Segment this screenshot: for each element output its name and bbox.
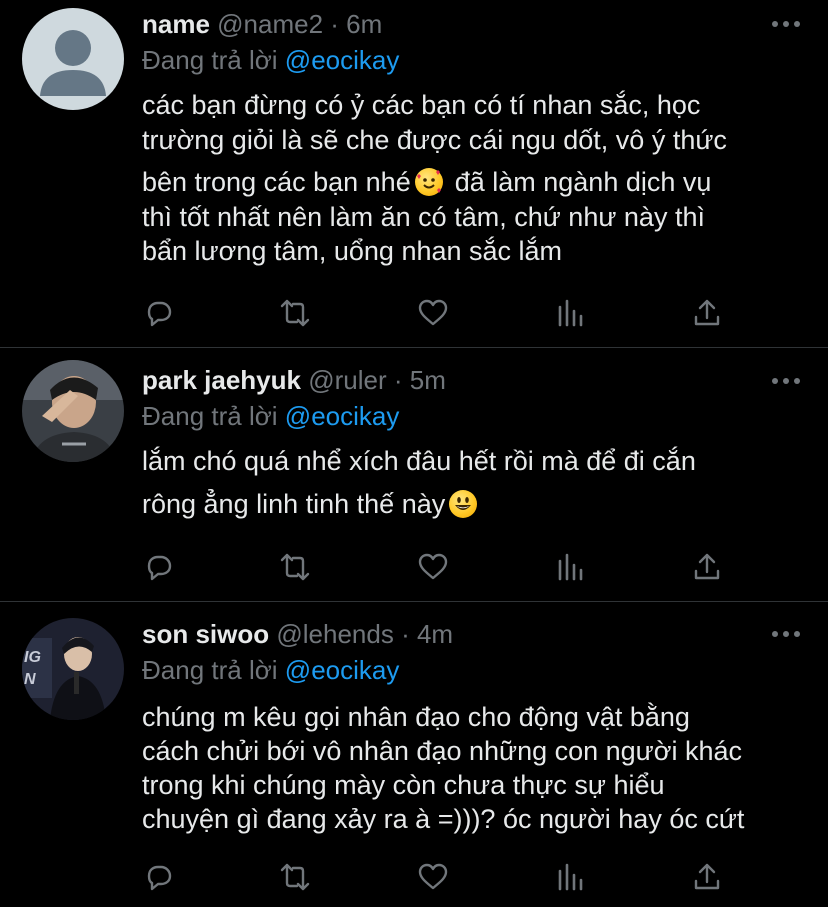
like-icon	[418, 299, 448, 326]
separator: ·	[393, 619, 417, 649]
stats-icon	[558, 553, 583, 581]
handle[interactable]: @ruler	[308, 365, 386, 395]
like-button[interactable]	[416, 860, 450, 894]
tweet-line: bẩn lương tâm, uổng nhan sắc lắm	[142, 236, 563, 266]
reply-icon	[147, 865, 172, 891]
tweet-line-part: rông ẳng linh tinh thế này	[142, 488, 446, 519]
smiling-face-with-hearts-icon	[414, 168, 443, 196]
share-button[interactable]	[690, 550, 724, 584]
tweet-line-part: bên trong các bạn nhé	[142, 167, 411, 197]
stats-icon	[558, 299, 583, 327]
handle[interactable]: @lehends	[276, 619, 393, 649]
tweet-actions	[142, 860, 722, 894]
tweet-1[interactable]: name @name2 · 6m Đang trả lời @eocikay c…	[0, 0, 828, 348]
reply-prefix: Đang trả lời	[142, 45, 278, 75]
svg-text:IG: IG	[24, 649, 41, 666]
tweet-text: chúng m kêu gọi nhân đạo cho động vật bằ…	[142, 700, 802, 836]
share-button[interactable]	[690, 296, 724, 330]
tweet-header: name @name2 · 6m	[142, 7, 382, 41]
default-avatar-icon	[22, 8, 124, 110]
tweet-text: các bạn đừng có ỷ các bạn có tí nhan sắc…	[142, 88, 802, 269]
separator: ·	[386, 365, 410, 395]
reply-button[interactable]	[142, 296, 176, 330]
tweet-line: các bạn đừng có ỷ các bạn có tí nhan sắc…	[142, 90, 701, 120]
tweet-3[interactable]: IG N son siwoo @lehends · 4m Đang trả lờ…	[0, 602, 828, 907]
display-name[interactable]: son siwoo	[142, 619, 269, 649]
tweet-line: thì tốt nhất nên làm ăn có tâm, chứ như …	[142, 201, 705, 232]
reply-prefix: Đang trả lời	[142, 655, 278, 685]
avatar[interactable]	[22, 360, 124, 462]
tweet-line: trong khi chúng mày còn chưa thực sự hiể…	[142, 770, 665, 800]
reply-icon	[147, 301, 172, 327]
share-button[interactable]	[690, 860, 724, 894]
more-icon[interactable]	[772, 19, 800, 29]
retweet-icon	[280, 553, 310, 581]
display-name[interactable]: park jaehyuk	[142, 365, 301, 395]
svg-text:N: N	[24, 671, 36, 688]
avatar[interactable]: IG N	[22, 618, 124, 720]
reply-icon	[147, 555, 172, 581]
like-icon	[418, 553, 448, 580]
retweet-icon	[280, 863, 310, 891]
tweet-2[interactable]: park jaehyuk @ruler · 5m Đang trả lời @e…	[0, 348, 828, 602]
reply-mention[interactable]: @eocikay	[285, 401, 400, 431]
timestamp[interactable]: 4m	[417, 619, 453, 649]
reply-mention[interactable]: @eocikay	[285, 655, 400, 685]
tweet-header: son siwoo @lehends · 4m	[142, 617, 453, 651]
tweet-header: park jaehyuk @ruler · 5m	[142, 363, 446, 397]
like-button[interactable]	[416, 296, 450, 330]
tweet-line: cách chửi bới vô nhân đạo những con ngườ…	[142, 736, 742, 766]
reply-mention[interactable]: @eocikay	[285, 45, 400, 75]
avatar[interactable]	[22, 8, 124, 110]
reply-prefix: Đang trả lời	[142, 401, 278, 431]
photo-avatar-icon: IG N	[22, 618, 124, 720]
timestamp[interactable]: 5m	[410, 365, 446, 395]
reply-context: Đang trả lời @eocikay	[142, 653, 399, 687]
tweet-actions	[142, 296, 722, 330]
reply-context: Đang trả lời @eocikay	[142, 399, 399, 433]
share-icon	[694, 553, 720, 580]
grinning-face-icon	[449, 489, 478, 518]
display-name[interactable]: name	[142, 9, 210, 39]
like-button[interactable]	[416, 550, 450, 584]
tweet-actions	[142, 550, 722, 584]
photo-avatar-icon	[22, 360, 124, 462]
retweet-button[interactable]	[278, 860, 312, 894]
more-icon[interactable]	[772, 629, 800, 639]
stats-button[interactable]	[554, 296, 588, 330]
reply-context: Đang trả lời @eocikay	[142, 43, 399, 77]
tweet-line: lắm chó quá nhể xích đâu hết rồi mà để đ…	[142, 446, 696, 476]
tweet-line-with-emoji: bên trong các bạn nhé đã làm ngành dịch v…	[142, 165, 802, 200]
reply-button[interactable]	[142, 550, 176, 584]
stats-button[interactable]	[554, 860, 588, 894]
tweet-line: trường giỏi là sẽ che được cái ngu dốt, …	[142, 124, 727, 155]
tweet-line-with-emoji: rông ẳng linh tinh thế này	[142, 487, 802, 522]
tweet-line-part: đã làm ngành dịch vụ	[454, 167, 712, 197]
retweet-icon	[280, 299, 310, 327]
more-icon[interactable]	[772, 376, 800, 386]
tweet-text: lắm chó quá nhể xích đâu hết rồi mà để đ…	[142, 444, 802, 521]
tweet-line: chúng m kêu gọi nhân đạo cho động vật bằ…	[142, 702, 690, 732]
share-icon	[694, 299, 720, 326]
separator: ·	[323, 9, 347, 39]
share-icon	[694, 863, 720, 890]
retweet-button[interactable]	[278, 296, 312, 330]
like-icon	[418, 863, 448, 890]
reply-button[interactable]	[142, 860, 176, 894]
handle[interactable]: @name2	[217, 9, 323, 39]
stats-button[interactable]	[554, 550, 588, 584]
stats-icon	[558, 863, 583, 891]
retweet-button[interactable]	[278, 550, 312, 584]
tweet-line: chuyện gì đang xảy ra à =)))? óc người h…	[142, 804, 745, 834]
timestamp[interactable]: 6m	[346, 9, 382, 39]
